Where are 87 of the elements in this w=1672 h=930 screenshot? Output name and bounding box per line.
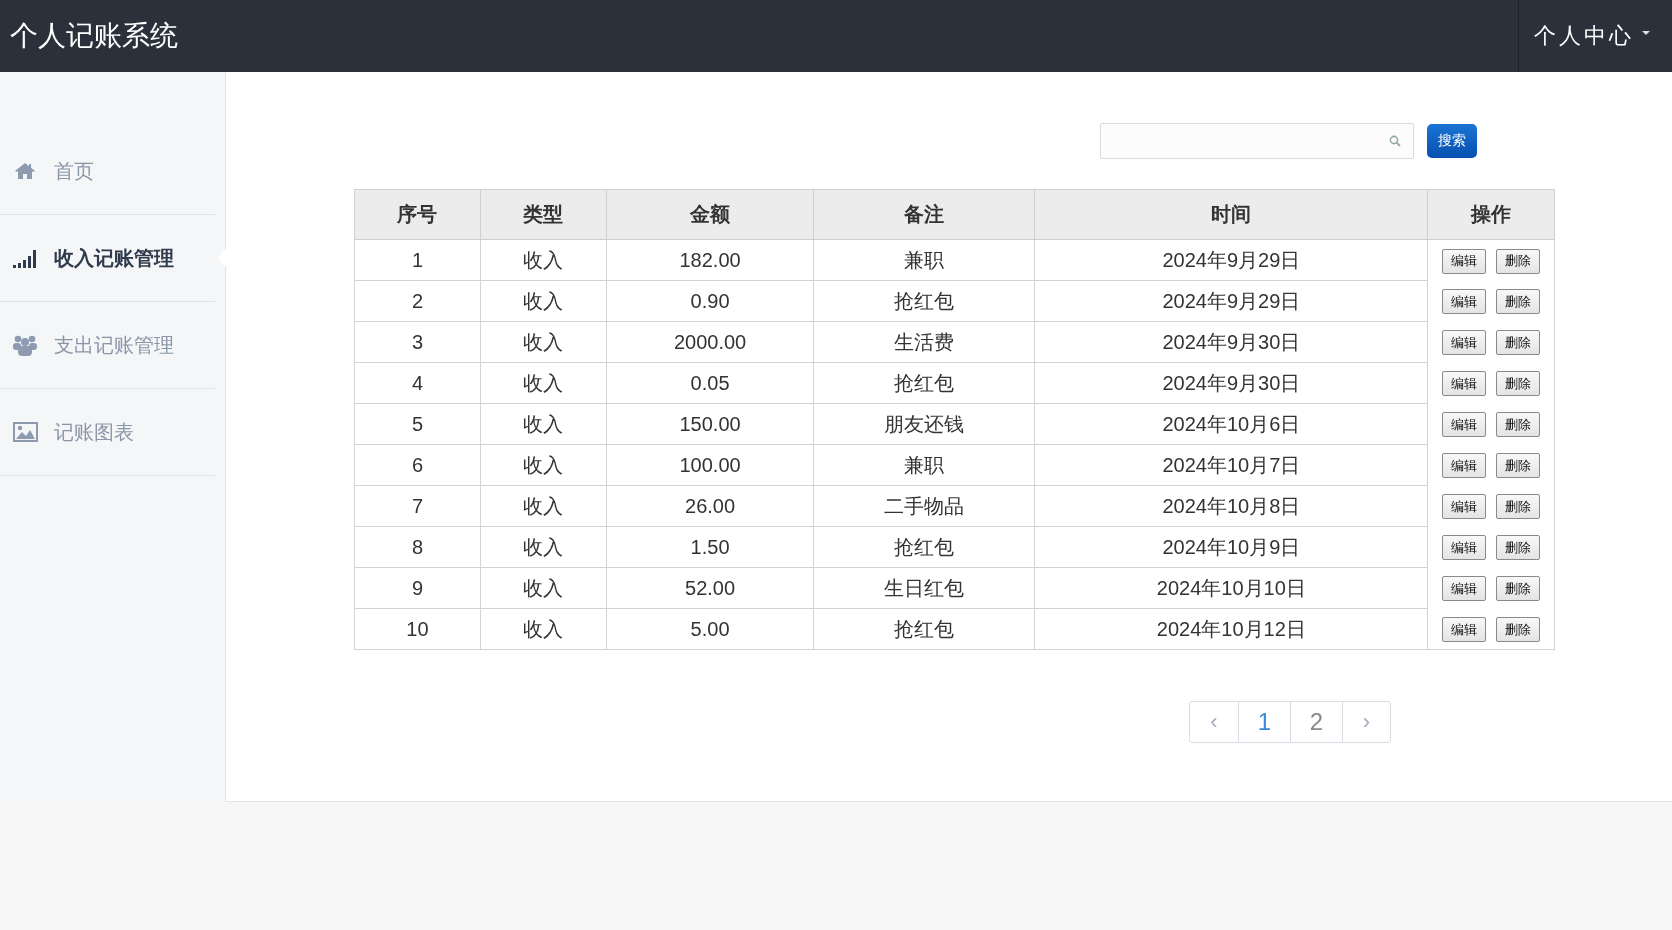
table-cell: 4 (354, 362, 481, 404)
caret-icon (1642, 31, 1650, 35)
column-header: 序号 (354, 189, 481, 240)
table-cell: 兼职 (813, 239, 1035, 281)
picture-icon (12, 422, 38, 442)
table-cell: 5 (354, 403, 481, 445)
delete-button[interactable]: 删除 (1496, 535, 1541, 561)
delete-button[interactable]: 删除 (1496, 412, 1541, 438)
search-field[interactable] (1100, 123, 1414, 159)
signal-bars-icon (12, 248, 38, 268)
table-cell: 收入 (480, 280, 607, 322)
edit-button[interactable]: 编辑 (1442, 412, 1487, 438)
delete-button[interactable]: 删除 (1496, 576, 1541, 602)
delete-button[interactable]: 删除 (1496, 289, 1541, 315)
table-cell: 182.00 (606, 239, 814, 281)
delete-button[interactable]: 删除 (1496, 617, 1541, 642)
table-cell: 5.00 (606, 608, 814, 650)
table-cell: 10 (354, 608, 481, 650)
edit-button[interactable]: 编辑 (1442, 576, 1487, 602)
table-cell: 2024年10月8日 (1034, 485, 1428, 527)
delete-button[interactable]: 删除 (1496, 330, 1541, 356)
column-header: 金额 (606, 189, 814, 240)
search-button[interactable]: 搜索 (1427, 124, 1477, 158)
page-button[interactable]: 2 (1290, 702, 1342, 742)
table-cell: 收入 (480, 239, 607, 281)
table-cell: 3 (354, 321, 481, 363)
table-cell: 1 (354, 239, 481, 281)
column-header: 备注 (813, 189, 1035, 240)
table-cell: 8 (354, 526, 481, 568)
table-cell: 二手物品 (813, 485, 1035, 527)
edit-button[interactable]: 编辑 (1442, 289, 1487, 315)
column-header: 时间 (1034, 189, 1428, 240)
table-cell: 生日红包 (813, 567, 1035, 609)
table-cell: 2024年10月12日 (1034, 608, 1428, 650)
table-cell: 朋友还钱 (813, 403, 1035, 445)
delete-button[interactable]: 删除 (1496, 494, 1541, 520)
table-cell: 2000.00 (606, 321, 814, 363)
delete-button[interactable]: 删除 (1496, 453, 1541, 479)
table-cell: 150.00 (606, 403, 814, 445)
table-cell: 生活费 (813, 321, 1035, 363)
table-cell: 2 (354, 280, 481, 322)
edit-button[interactable]: 编辑 (1442, 371, 1487, 397)
table-cell: 收入 (480, 444, 607, 486)
column-header: 类型 (480, 189, 607, 240)
user-center-menu[interactable]: 个人中心 (1534, 21, 1634, 51)
table-cell: 26.00 (606, 485, 814, 527)
table-cell: 收入 (480, 526, 607, 568)
table-cell: 收入 (480, 608, 607, 650)
table-cell: 抢红包 (813, 362, 1035, 404)
table-cell: 2024年9月29日 (1034, 239, 1428, 281)
column-header: 操作 (1427, 189, 1555, 240)
delete-button[interactable]: 删除 (1496, 371, 1541, 397)
table-cell: 2024年9月30日 (1034, 362, 1428, 404)
table-cell: 0.90 (606, 280, 814, 322)
table-cell: 2024年10月6日 (1034, 403, 1428, 445)
app-title: 个人记账系统 (10, 19, 178, 53)
search-icon (1389, 135, 1401, 147)
table-cell: 收入 (480, 321, 607, 363)
edit-button[interactable]: 编辑 (1442, 453, 1487, 479)
table-cell: 收入 (480, 403, 607, 445)
table-cell: 2024年10月9日 (1034, 526, 1428, 568)
table-cell: 收入 (480, 485, 607, 527)
table-cell: 1.50 (606, 526, 814, 568)
page-button[interactable]: 1 (1238, 702, 1290, 742)
table-cell: 抢红包 (813, 526, 1035, 568)
edit-button[interactable]: 编辑 (1442, 494, 1487, 520)
table-cell: 9 (354, 567, 481, 609)
edit-button[interactable]: 编辑 (1442, 248, 1487, 274)
table-cell: 6 (354, 444, 481, 486)
edit-button[interactable]: 编辑 (1442, 535, 1487, 561)
table-cell: 7 (354, 485, 481, 527)
delete-button[interactable]: 删除 (1496, 248, 1541, 274)
edit-button[interactable]: 编辑 (1442, 330, 1487, 356)
table-cell: 抢红包 (813, 608, 1035, 650)
edit-button[interactable]: 编辑 (1442, 617, 1487, 642)
users-icon (12, 334, 38, 356)
table-cell: 兼职 (813, 444, 1035, 486)
table-cell: 2024年10月7日 (1034, 444, 1428, 486)
table-cell: 收入 (480, 362, 607, 404)
table-cell: 2024年9月30日 (1034, 321, 1428, 363)
table-cell: 抢红包 (813, 280, 1035, 322)
table-cell: 0.05 (606, 362, 814, 404)
table-cell: 2024年10月10日 (1034, 567, 1428, 609)
table-cell: 收入 (480, 567, 607, 609)
table-cell: 52.00 (606, 567, 814, 609)
table-cell: 100.00 (606, 444, 814, 486)
table-cell: 2024年9月29日 (1034, 280, 1428, 322)
